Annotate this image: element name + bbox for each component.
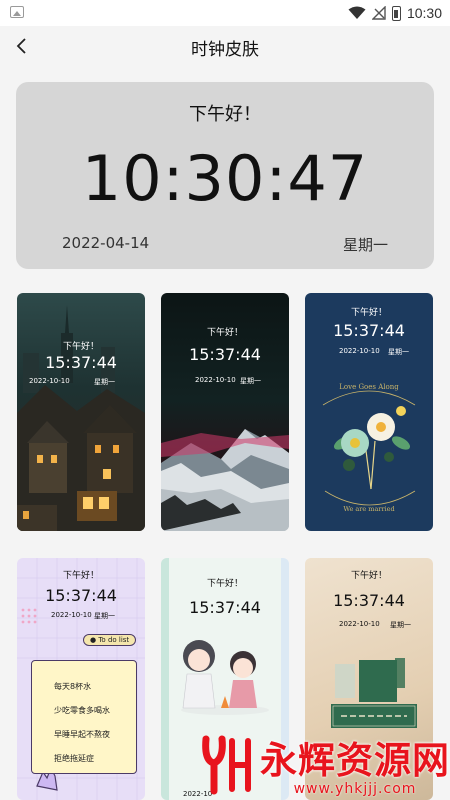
watermark-logo-icon: [202, 735, 251, 794]
clock-date: 2022-04-14: [62, 234, 150, 252]
watermark: 永辉资源网 www.yhkjjj.com: [200, 730, 450, 797]
todo-item: 少吃零食多喝水: [54, 706, 110, 715]
skin-greeting: 下午好！: [206, 328, 243, 338]
status-bar: 10:30: [0, 0, 450, 26]
battery-icon: [391, 5, 401, 21]
skin-greeting: 下午好！: [62, 342, 99, 352]
watermark-sub-text: www.yhkjjj.com: [293, 781, 417, 797]
image-notification-icon: [10, 6, 24, 18]
skin-date: 2022-10-10: [195, 376, 236, 384]
skin-time: 15:37:44: [45, 353, 117, 372]
greeting-text: 下午好！: [189, 104, 261, 125]
skin-greeting: 下午好！: [350, 308, 387, 318]
skin-card-flowers[interactable]: Love Goes Along We are married 下午好！ 15:3…: [305, 293, 433, 531]
skin-date: 2022-10-10: [339, 347, 380, 355]
skin-time: 15:37:44: [189, 345, 261, 364]
skin-date: 2022-10-10: [339, 620, 380, 628]
skin-card-snow-mountain[interactable]: 下午好！ 15:37:44 2022-10-10 星期一: [161, 293, 289, 531]
todo-title-badge: ● To do list: [83, 634, 137, 646]
decor-top-text: Love Goes Along: [339, 383, 399, 391]
skin-greeting: 下午好！: [350, 571, 387, 581]
skin-time: 15:37:44: [333, 321, 405, 340]
no-signal-icon: [371, 6, 386, 20]
todo-item: 拒绝拖延症: [54, 754, 94, 763]
skin-time: 15:37:44: [189, 598, 261, 617]
skin-weekday: 星期一: [94, 378, 115, 386]
status-icons: 10:30: [348, 3, 442, 23]
todo-item: 每天8杯水: [54, 682, 92, 691]
clock-preview-card: 下午好！ 10:30:47 2022-04-14 星期一: [16, 82, 434, 269]
skin-date: 2022-10-10: [51, 611, 92, 619]
watermark-main-text: 永辉资源网: [260, 739, 450, 782]
skin-greeting: 下午好！: [62, 571, 99, 581]
night-town-art: [17, 305, 145, 531]
skin-card-todo-list[interactable]: 下午好！ 15:37:44 2022-10-10 星期一 ● To do lis…: [17, 558, 145, 800]
skin-weekday: 星期一: [94, 612, 115, 620]
skin-weekday: 星期一: [240, 377, 261, 385]
skin-card-night-town[interactable]: 下午好！ 15:37:44 2022-10-10 星期一: [17, 293, 145, 531]
skin-time: 15:37:44: [333, 591, 405, 610]
status-time: 10:30: [406, 5, 442, 21]
skin-greeting: 下午好！: [206, 579, 243, 589]
page-title: 时钟皮肤: [191, 40, 259, 60]
skin-weekday: 星期一: [390, 621, 411, 629]
todo-item: 早睡早起不熬夜: [54, 730, 110, 739]
clock-weekday: 星期一: [342, 236, 388, 254]
app-bar: 时钟皮肤: [0, 26, 450, 66]
decor-bottom-text: We are married: [343, 505, 394, 513]
clock-time: 10:30:47: [81, 142, 369, 215]
skin-time: 15:37:44: [45, 586, 117, 605]
wifi-icon: [348, 6, 366, 19]
skin-date: 2022-10-10: [29, 377, 70, 385]
skin-weekday: 星期一: [388, 348, 409, 356]
todo-notepad: 每天8杯水 少吃零食多喝水 早睡早起不熬夜 拒绝拖延症: [31, 660, 137, 774]
todo-title: To do list: [98, 636, 130, 644]
